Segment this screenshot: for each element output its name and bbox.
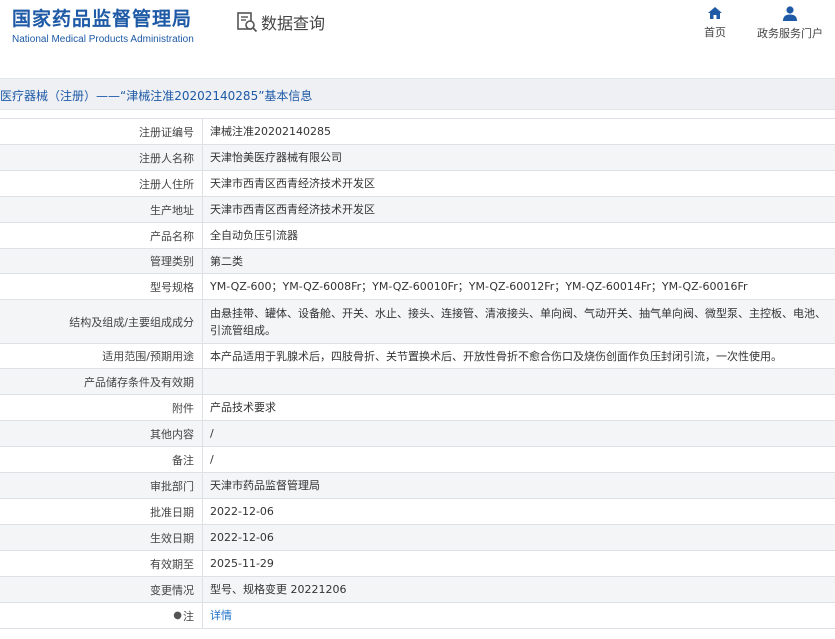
pin-icon: ● [173,610,182,621]
row-label: 产品名称 [0,223,203,248]
note-label: 注 [183,609,194,623]
row-label: 管理类别 [0,249,203,273]
table-row: 生效日期 2022-12-06 [0,525,835,551]
site-logo[interactable]: 国家药品监督管理局 National Medical Products Admi… [12,4,194,45]
row-label: 生产地址 [0,197,203,222]
table-row: 适用范围/预期用途 本产品适用于乳腺术后，四肢骨折、关节置换术后、开放性骨折不愈… [0,344,835,369]
row-label: 审批部门 [0,473,203,498]
table-row: 附件 产品技术要求 [0,395,835,421]
row-value: 津械注准20202140285 [203,119,835,144]
row-label: 产品储存条件及有效期 [0,369,203,394]
record-title-bar: 医疗器械（注册）——“津械注准20202140285”基本信息 [0,78,835,110]
data-query-heading: 数据查询 [236,10,325,34]
row-label: 注册人住所 [0,171,203,196]
row-value: 产品技术要求 [203,395,835,420]
row-value: 型号、规格变更 20221206 [203,577,835,602]
row-value: 2022-12-06 [203,499,835,524]
table-row: 变更情况 型号、规格变更 20221206 [0,577,835,603]
row-label: 有效期至 [0,551,203,576]
row-value: 天津市西青区西青经济技术开发区 [203,197,835,222]
logo-english-name: National Medical Products Administration [12,34,194,45]
nav-home-link[interactable]: 首页 [700,6,730,40]
data-query-label: 数据查询 [261,14,326,33]
nav-home-label: 首页 [704,26,726,39]
row-value: 由悬挂带、罐体、设备舱、开关、水止、接头、连接管、清液接头、单向阀、气动开关、抽… [203,300,835,343]
row-value [203,369,835,394]
row-label: 附件 [0,395,203,420]
nav-portal-label: 政务服务门户 [757,27,823,40]
row-value: 第二类 [203,249,835,273]
row-value: 全自动负压引流器 [203,223,835,248]
table-row: 管理类别 第二类 [0,249,835,274]
row-label: 适用范围/预期用途 [0,344,203,368]
site-header: 国家药品监督管理局 National Medical Products Admi… [0,0,835,62]
document-search-icon [237,12,258,33]
row-label: 其他内容 [0,421,203,446]
row-value: 2022-12-06 [203,525,835,550]
row-value: / [203,447,835,472]
row-label-note: ● 注 [0,603,203,628]
table-row: 审批部门 天津市药品监督管理局 [0,473,835,499]
row-label: 型号规格 [0,274,203,299]
row-value: 天津市西青区西青经济技术开发区 [203,171,835,196]
table-row: 注册证编号 津械注准20202140285 [0,119,835,145]
row-value: YM-QZ-600；YM-QZ-6008Fr；YM-QZ-60010Fr；YM-… [203,274,835,299]
table-row: 产品储存条件及有效期 [0,369,835,395]
row-label: 变更情况 [0,577,203,602]
table-row: 产品名称 全自动负压引流器 [0,223,835,249]
row-value: 2025-11-29 [203,551,835,576]
table-row: ● 注 详情 [0,603,835,629]
row-label: 备注 [0,447,203,472]
row-label: 生效日期 [0,525,203,550]
user-icon [783,6,797,21]
row-value: 天津市药品监督管理局 [203,473,835,498]
nav-portal-link[interactable]: 政务服务门户 [754,6,826,41]
table-row: 其他内容 / [0,421,835,447]
row-label: 注册证编号 [0,119,203,144]
row-label: 批准日期 [0,499,203,524]
row-value: / [203,421,835,446]
row-value: 本产品适用于乳腺术后，四肢骨折、关节置换术后、开放性骨折不愈合伤口及烧伤创面作负… [203,344,835,368]
table-row: 型号规格 YM-QZ-600；YM-QZ-6008Fr；YM-QZ-60010F… [0,274,835,300]
record-title: 医疗器械（注册）——“津械注准20202140285”基本信息 [0,89,313,103]
table-row: 结构及组成/主要组成成分 由悬挂带、罐体、设备舱、开关、水止、接头、连接管、清液… [0,300,835,344]
logo-chinese-name: 国家药品监督管理局 [12,8,193,30]
table-row: 备注 / [0,447,835,473]
detail-table: 注册证编号 津械注准20202140285 注册人名称 天津怡美医疗器械有限公司… [0,118,835,629]
table-row: 批准日期 2022-12-06 [0,499,835,525]
table-row: 生产地址 天津市西青区西青经济技术开发区 [0,197,835,223]
table-row: 注册人住所 天津市西青区西青经济技术开发区 [0,171,835,197]
row-label: 注册人名称 [0,145,203,170]
row-label: 结构及组成/主要组成成分 [0,300,203,343]
home-icon [708,7,722,19]
row-value: 天津怡美医疗器械有限公司 [203,145,835,170]
details-link[interactable]: 详情 [203,603,835,628]
table-row: 注册人名称 天津怡美医疗器械有限公司 [0,145,835,171]
table-row: 有效期至 2025-11-29 [0,551,835,577]
